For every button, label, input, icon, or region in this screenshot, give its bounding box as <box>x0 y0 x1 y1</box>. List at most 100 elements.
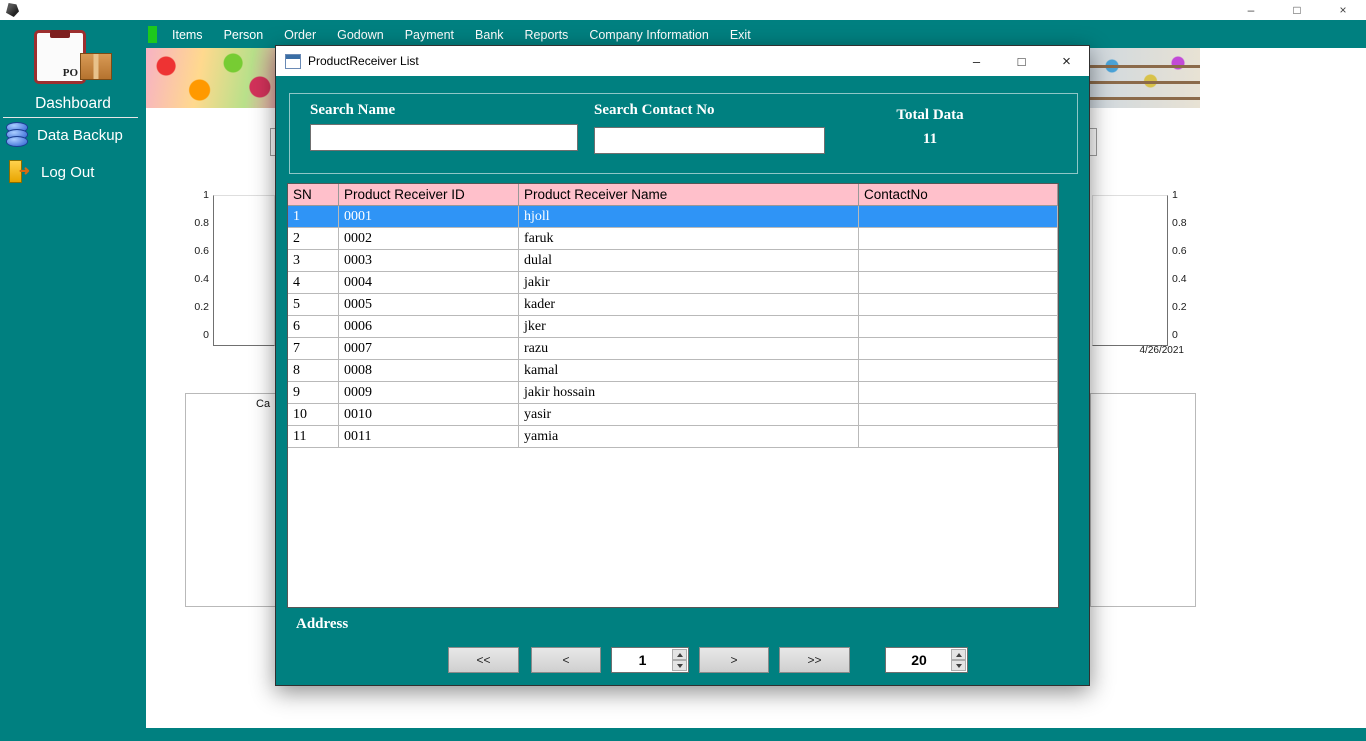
grid-column-header[interactable]: Product Receiver ID <box>339 184 519 206</box>
table-cell: jker <box>519 316 859 338</box>
table-cell: 5 <box>288 294 339 316</box>
last-page-button[interactable]: >> <box>779 647 850 673</box>
menu-item-company-information[interactable]: Company Information <box>585 27 713 43</box>
spinner-buttons <box>672 649 687 671</box>
table-row[interactable]: 1 0001 hjoll <box>288 206 1058 228</box>
table-cell <box>859 228 1058 250</box>
table-cell: 6 <box>288 316 339 338</box>
chart-right: 1 0.8 0.6 0.4 0.2 0 4/26/2021 <box>1090 167 1196 360</box>
axis-tick-label: 0.6 <box>1172 245 1187 257</box>
dialog-title: ProductReceiver List <box>308 54 419 68</box>
dialog-titlebar[interactable]: ProductReceiver List – □ × <box>276 46 1089 76</box>
clipboard-icon: PO <box>34 30 86 84</box>
table-cell: 0005 <box>339 294 519 316</box>
previous-page-button[interactable]: < <box>531 647 601 673</box>
table-cell: kamal <box>519 360 859 382</box>
chart-right-plot-area <box>1092 195 1168 346</box>
sidebar-item-data-backup[interactable]: Data Backup <box>6 122 123 148</box>
table-cell <box>859 206 1058 228</box>
page-size-stepper[interactable] <box>885 647 968 673</box>
table-row[interactable]: 8 0008 kamal <box>288 360 1058 382</box>
table-row[interactable]: 5 0005 kader <box>288 294 1058 316</box>
sidebar-item-log-out[interactable]: ➜ Log Out <box>8 159 94 185</box>
table-cell <box>859 360 1058 382</box>
table-cell: 10 <box>288 404 339 426</box>
menu-item-order[interactable]: Order <box>280 27 320 43</box>
table-cell: 2 <box>288 228 339 250</box>
maximize-button[interactable]: □ <box>1274 0 1320 20</box>
lower-left-panel: Ca <box>185 393 277 607</box>
dialog-maximize-button[interactable]: □ <box>999 46 1044 76</box>
table-cell: 0008 <box>339 360 519 382</box>
table-cell: razu <box>519 338 859 360</box>
dialog-close-button[interactable]: × <box>1044 46 1089 76</box>
menu-item-payment[interactable]: Payment <box>401 27 458 43</box>
table-row[interactable]: 2 0002 faruk <box>288 228 1058 250</box>
table-cell: 3 <box>288 250 339 272</box>
table-cell <box>859 294 1058 316</box>
grid-column-header[interactable]: Product Receiver Name <box>519 184 859 206</box>
grid-column-header[interactable]: SN <box>288 184 339 206</box>
minimize-button[interactable]: – <box>1228 0 1274 20</box>
chart-left: 1 0.8 0.6 0.4 0.2 0 <box>185 167 277 360</box>
table-cell: hjoll <box>519 206 859 228</box>
table-row[interactable]: 10 0010 yasir <box>288 404 1058 426</box>
axis-tick-label: 0 <box>203 329 209 341</box>
table-cell <box>859 338 1058 360</box>
clipboard-clip-icon <box>50 30 70 38</box>
banner-image-right <box>1090 48 1200 108</box>
table-cell: 0003 <box>339 250 519 272</box>
next-page-button[interactable]: > <box>699 647 769 673</box>
spinner-up-icon[interactable] <box>672 649 687 660</box>
menu-item-bank[interactable]: Bank <box>471 27 508 43</box>
table-cell: 0010 <box>339 404 519 426</box>
form-icon <box>285 53 301 69</box>
spinner-down-icon[interactable] <box>951 660 966 671</box>
table-row[interactable]: 11 0011 yamia <box>288 426 1058 448</box>
menu-item-reports[interactable]: Reports <box>521 27 573 43</box>
dialog-minimize-button[interactable]: – <box>954 46 999 76</box>
app-icon <box>6 3 19 17</box>
menu-item-exit[interactable]: Exit <box>726 27 755 43</box>
spinner-up-icon[interactable] <box>951 649 966 660</box>
table-cell: 7 <box>288 338 339 360</box>
table-row[interactable]: 6 0006 jker <box>288 316 1058 338</box>
menu-bar: Items Person Order Godown Payment Bank Reports… <box>168 27 755 43</box>
total-data-label: Total Data <box>896 107 964 123</box>
logout-door-icon: ➜ <box>8 159 32 185</box>
axis-tick-label: 1 <box>1172 189 1178 201</box>
axis-tick-label: 0.8 <box>194 217 209 229</box>
table-cell: 8 <box>288 360 339 382</box>
first-page-button[interactable]: << <box>448 647 519 673</box>
table-row[interactable]: 7 0007 razu <box>288 338 1058 360</box>
page-number-stepper[interactable] <box>611 647 689 673</box>
table-cell: 0009 <box>339 382 519 404</box>
menu-item-person[interactable]: Person <box>220 27 268 43</box>
table-row[interactable]: 9 0009 jakir hossain <box>288 382 1058 404</box>
grid-column-header[interactable]: ContactNo <box>859 184 1058 206</box>
search-contact-input[interactable] <box>594 127 825 154</box>
close-button[interactable]: × <box>1320 0 1366 20</box>
table-cell <box>859 404 1058 426</box>
product-receiver-grid[interactable]: SN Product Receiver ID Product Receiver Na… <box>287 183 1059 608</box>
menu-item-godown[interactable]: Godown <box>333 27 388 43</box>
spinner-buttons <box>951 649 966 671</box>
search-name-input[interactable] <box>310 124 578 151</box>
app-logo: PO <box>26 24 116 88</box>
chart-left-y-axis: 1 0.8 0.6 0.4 0.2 0 <box>185 189 209 341</box>
axis-tick-label: 0.2 <box>194 301 209 313</box>
table-cell: jakir <box>519 272 859 294</box>
database-icon <box>6 122 28 148</box>
spinner-down-icon[interactable] <box>672 660 687 671</box>
table-cell <box>859 426 1058 448</box>
sidebar-item-dashboard[interactable]: Dashboard <box>0 95 146 113</box>
dashboard-underline <box>3 117 138 118</box>
menu-item-items[interactable]: Items <box>168 27 207 43</box>
logo-po-label: PO <box>62 67 78 79</box>
table-row[interactable]: 3 0003 dulal <box>288 250 1058 272</box>
parcel-box-icon <box>80 53 112 80</box>
table-row[interactable]: 4 0004 jakir <box>288 272 1058 294</box>
table-cell <box>859 272 1058 294</box>
total-data-block: Total Data 11 <box>850 107 1010 148</box>
partial-caption-label: Ca <box>256 398 271 410</box>
